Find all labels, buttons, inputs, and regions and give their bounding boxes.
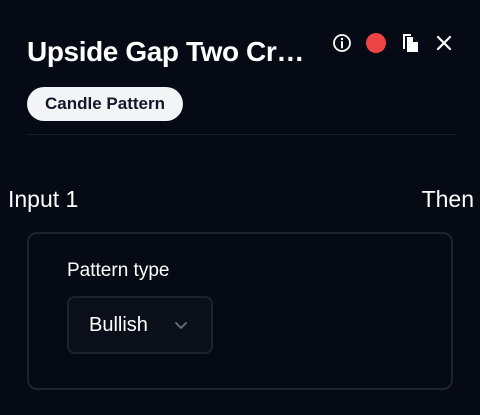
close-icon	[436, 35, 452, 51]
pattern-type-label: Pattern type	[67, 260, 170, 281]
pattern-type-value: Bullish	[89, 313, 148, 336]
chevron-down-icon	[175, 322, 187, 329]
info-icon	[333, 34, 351, 52]
status-dot	[366, 33, 386, 53]
copy-icon	[403, 34, 418, 52]
then-label: Then	[421, 186, 474, 212]
input-label: Input 1	[8, 186, 79, 212]
status-indicator[interactable]	[364, 31, 388, 55]
panel-title: Upside Gap Two Cr…	[27, 36, 304, 67]
pattern-config-card: Pattern type Bullish	[27, 232, 453, 390]
header-divider	[27, 134, 455, 135]
header-actions	[330, 30, 456, 56]
pattern-panel: Upside Gap Two Cr… Candle Pattern Input …	[0, 0, 480, 415]
category-badge: Candle Pattern	[27, 87, 183, 121]
copy-button[interactable]	[398, 31, 422, 55]
close-button[interactable]	[432, 31, 456, 55]
pattern-type-select[interactable]: Bullish	[67, 296, 213, 354]
info-button[interactable]	[330, 31, 354, 55]
